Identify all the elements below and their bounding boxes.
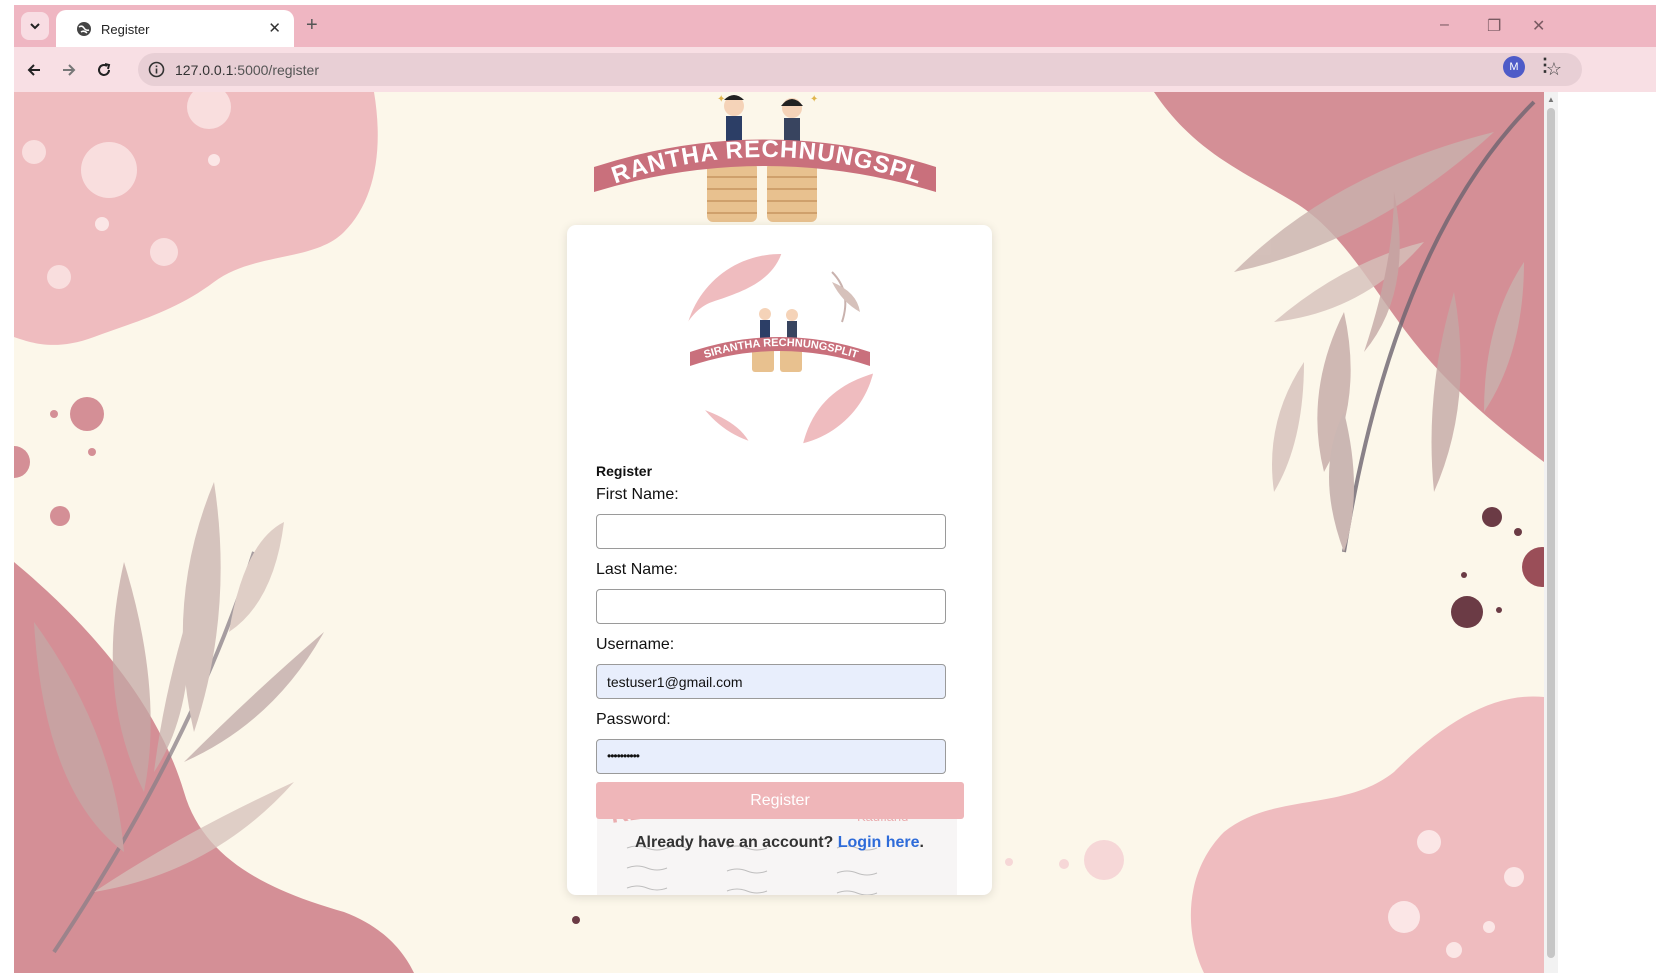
last-name-label: Last Name: <box>596 561 678 578</box>
restore-icon[interactable]: ❐ <box>1487 16 1501 36</box>
new-tab-button[interactable]: + <box>306 14 318 37</box>
svg-text:✦: ✦ <box>810 94 818 105</box>
url-text[interactable]: 127.0.0.1:5000/register <box>175 62 319 78</box>
globe-icon <box>77 22 91 36</box>
profile-avatar[interactable]: M <box>1503 56 1525 78</box>
site-banner: ✦ ✦ SIRANTHA RECHNUNGSPLIT <box>574 92 936 222</box>
username-label: Username: <box>596 636 675 653</box>
forward-button[interactable] <box>56 57 82 83</box>
login-suffix: . <box>919 834 924 851</box>
tab-strip: Register ✕ + – ❐ ✕ <box>14 5 1656 47</box>
register-card: REWE dm Kaufland <box>567 225 992 895</box>
form-title: Register <box>596 463 653 479</box>
reload-icon <box>98 63 111 76</box>
tab-register[interactable]: Register ✕ <box>56 10 294 47</box>
browser-toolbar: 127.0.0.1:5000/register ☆ M ⋮ <box>14 47 1656 92</box>
browser-window: Register ✕ + – ❐ ✕ 127.0.0.1:5000/regist… <box>14 5 1656 973</box>
browser-menu-icon[interactable]: ⋮ <box>1536 55 1554 76</box>
reload-button[interactable] <box>91 57 117 83</box>
tab-search-button[interactable] <box>21 12 49 40</box>
username-field[interactable] <box>596 664 946 699</box>
arrow-right-icon <box>63 64 76 76</box>
coin-stack-icon <box>707 162 817 222</box>
first-name-field[interactable] <box>596 514 946 549</box>
login-link[interactable]: Login here <box>838 834 920 851</box>
tab-close-icon[interactable]: ✕ <box>268 19 281 37</box>
site-info-icon[interactable] <box>148 61 165 78</box>
chevron-down-icon <box>30 23 40 30</box>
password-label: Password: <box>596 711 671 728</box>
page-scrollbar[interactable]: ▲ <box>1544 92 1558 973</box>
scroll-thumb[interactable] <box>1547 108 1555 958</box>
back-button[interactable] <box>21 57 47 83</box>
svg-text:✦: ✦ <box>717 94 725 105</box>
url-host: 127.0.0.1 <box>175 62 234 78</box>
scroll-up-icon[interactable]: ▲ <box>1547 95 1555 104</box>
last-name-field[interactable] <box>596 589 946 624</box>
tab-title: Register <box>101 22 150 37</box>
close-window-icon[interactable]: ✕ <box>1532 16 1545 36</box>
page-viewport: ✦ ✦ SIRANTHA RECHNUNGSPLIT REWE dm Kaufl… <box>14 92 1544 973</box>
address-bar[interactable]: 127.0.0.1:5000/register ☆ <box>138 53 1582 86</box>
logo-image: SIRANTHA RECHNUNGSPLIT <box>684 254 876 446</box>
login-prompt: Already have an account? Login here. <box>567 834 992 852</box>
register-button[interactable]: Register <box>596 782 964 819</box>
login-prompt-text: Already have an account? <box>635 834 834 851</box>
first-name-label: First Name: <box>596 486 679 503</box>
arrow-left-icon <box>27 64 40 76</box>
password-field[interactable]: •••••••••• <box>596 739 946 774</box>
minimize-icon[interactable]: – <box>1440 16 1449 34</box>
url-path: :5000/register <box>233 62 319 78</box>
